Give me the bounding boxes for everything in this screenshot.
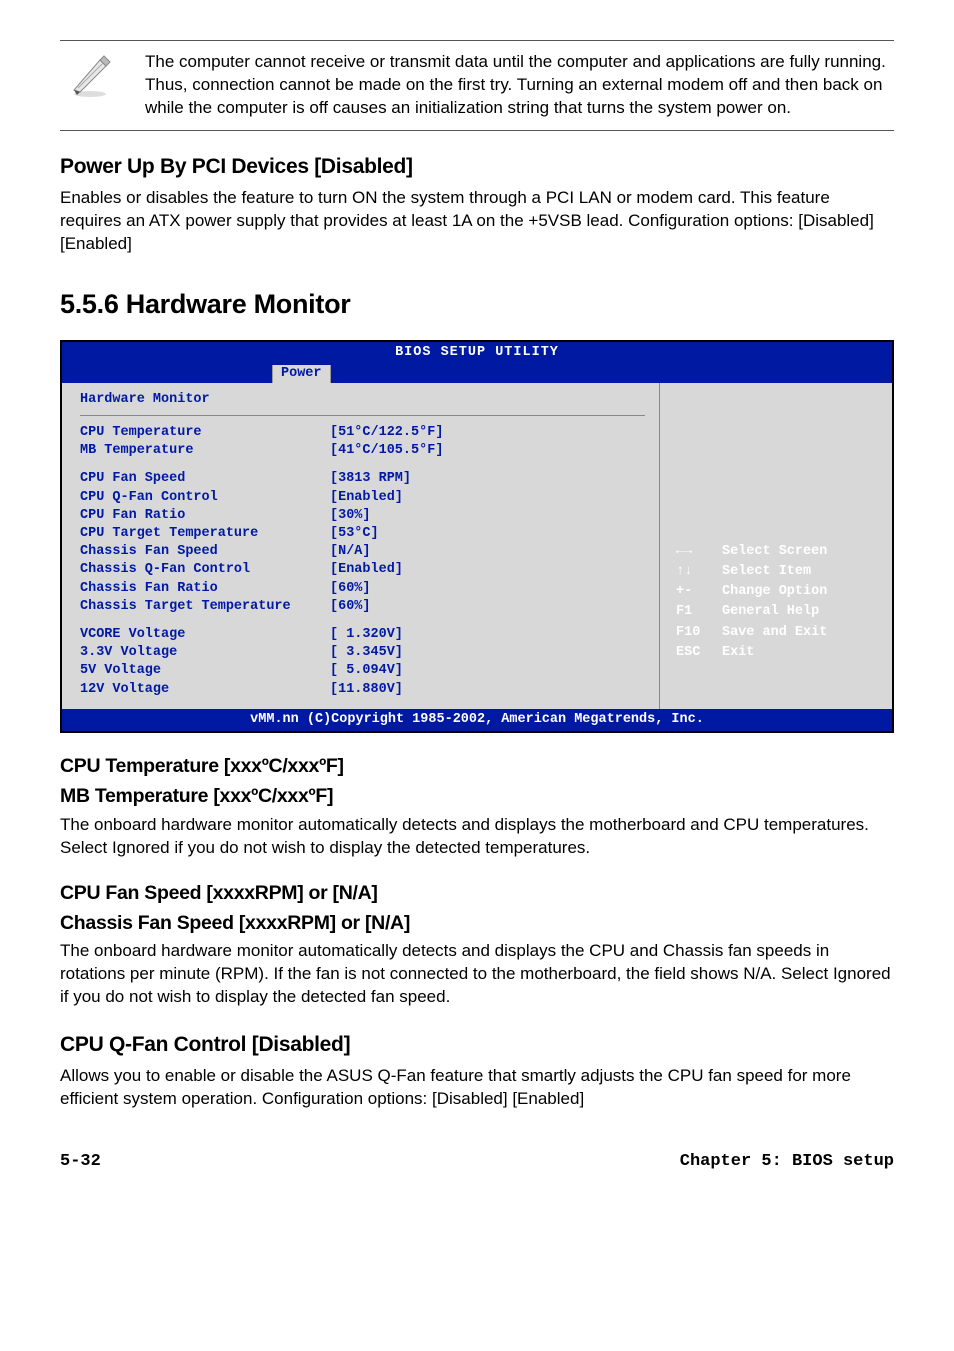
bios-setting-row[interactable]: 5V Voltage[ 5.094V] xyxy=(80,662,645,680)
bios-right-pane: ←→Select Screen ↑↓Select Item +-Change O… xyxy=(660,383,892,709)
bios-setting-row[interactable]: CPU Temperature [51°C/122.5°F] xyxy=(80,424,645,442)
bios-setting-row[interactable]: Chassis Fan Ratio[60%] xyxy=(80,580,645,598)
bios-setting-label: Chassis Q-Fan Control xyxy=(80,561,330,579)
bios-panel-heading: Hardware Monitor xyxy=(80,391,645,416)
bios-setting-row[interactable]: MB Temperature [41°C/105.5°F] xyxy=(80,442,645,460)
bios-setting-row[interactable]: CPU Fan Speed[3813 RPM] xyxy=(80,470,645,488)
bios-setting-row[interactable]: VCORE Voltage[ 1.320V] xyxy=(80,626,645,644)
heading-mb-temp: MB Temperature [xxxºC/xxxºF] xyxy=(60,783,894,809)
bios-setting-label: Chassis Target Temperature xyxy=(80,598,330,616)
bios-setting-label: Chassis Fan Speed xyxy=(80,543,330,561)
heading-qfan: CPU Q-Fan Control [Disabled] xyxy=(60,1031,894,1059)
body-powerup: Enables or disables the feature to turn … xyxy=(60,187,894,256)
bios-setting-label: CPU Temperature xyxy=(80,424,330,442)
bios-setting-value: [53°C] xyxy=(330,525,379,543)
bios-setting-row[interactable]: CPU Fan Ratio[30%] xyxy=(80,507,645,525)
bios-setting-value: [Enabled] xyxy=(330,489,403,507)
bios-setting-label: CPU Fan Ratio xyxy=(80,507,330,525)
note-separator-bottom xyxy=(60,130,894,131)
bios-setting-value: [N/A] xyxy=(330,543,371,561)
note-separator-top xyxy=(60,40,894,41)
hint-text: Select Item xyxy=(720,563,829,581)
bios-setting-value: [3813 RPM] xyxy=(330,470,411,488)
note-block: The computer cannot receive or transmit … xyxy=(60,47,894,124)
page-number: 5-32 xyxy=(60,1151,101,1174)
hint-text: Change Option xyxy=(720,583,829,601)
section-heading-556: 5.5.6 Hardware Monitor xyxy=(60,286,894,322)
chapter-label: Chapter 5: BIOS setup xyxy=(680,1151,894,1174)
bios-setting-value: [60%] xyxy=(330,580,371,598)
hint-text: General Help xyxy=(720,603,829,621)
hint-text: Save and Exit xyxy=(720,624,829,642)
bios-footer: vMM.nn (C)Copyright 1985-2002, American … xyxy=(62,709,892,731)
bios-setting-row[interactable]: Chassis Target Temperature[60%] xyxy=(80,598,645,616)
bios-title: BIOS SETUP UTILITY xyxy=(62,342,892,364)
bios-setting-row[interactable]: 3.3V Voltage[ 3.345V] xyxy=(80,644,645,662)
note-text: The computer cannot receive or transmit … xyxy=(145,51,894,120)
bios-setting-label: 5V Voltage xyxy=(80,662,330,680)
bios-setting-row[interactable]: Chassis Fan Speed[N/A] xyxy=(80,543,645,561)
bios-setting-value: [51°C/122.5°F] xyxy=(330,424,443,442)
bios-setting-label: MB Temperature xyxy=(80,442,330,460)
hint-key: F10 xyxy=(674,624,718,642)
heading-cpu-fan-speed: CPU Fan Speed [xxxxRPM] or [N/A] xyxy=(60,880,894,906)
bios-setting-value: [ 5.094V] xyxy=(330,662,403,680)
bios-setting-label: CPU Target Temperature xyxy=(80,525,330,543)
bios-setting-value: [30%] xyxy=(330,507,371,525)
bios-tab-row: Power xyxy=(62,365,892,383)
bios-setting-row[interactable]: 12V Voltage[11.880V] xyxy=(80,681,645,699)
bios-setting-value: [ 1.320V] xyxy=(330,626,403,644)
heading-chassis-fan-speed: Chassis Fan Speed [xxxxRPM] or [N/A] xyxy=(60,910,894,936)
bios-setting-label: VCORE Voltage xyxy=(80,626,330,644)
bios-setting-row[interactable]: CPU Q-Fan Control[Enabled] xyxy=(80,489,645,507)
hint-text: Select Screen xyxy=(720,543,829,561)
hint-key: ←→ xyxy=(674,543,718,561)
bios-tab-power[interactable]: Power xyxy=(272,365,331,383)
body-temp: The onboard hardware monitor automatical… xyxy=(60,814,894,860)
bios-left-pane: Hardware Monitor CPU Temperature [51°C/1… xyxy=(62,383,660,709)
page-footer: 5-32 Chapter 5: BIOS setup xyxy=(60,1151,894,1174)
bios-setting-row[interactable]: CPU Target Temperature[53°C] xyxy=(80,525,645,543)
bios-setting-value: [11.880V] xyxy=(330,681,403,699)
hint-key: +- xyxy=(674,583,718,601)
bios-setting-value: [ 3.345V] xyxy=(330,644,403,662)
bios-setting-label: Chassis Fan Ratio xyxy=(80,580,330,598)
hint-key: ESC xyxy=(674,644,718,662)
bios-setting-label: CPU Fan Speed xyxy=(80,470,330,488)
bios-setting-value: [41°C/105.5°F] xyxy=(330,442,443,460)
pencil-icon xyxy=(60,51,120,101)
bios-setting-label: CPU Q-Fan Control xyxy=(80,489,330,507)
bios-setting-value: [60%] xyxy=(330,598,371,616)
body-fan: The onboard hardware monitor automatical… xyxy=(60,940,894,1009)
hint-key: F1 xyxy=(674,603,718,621)
hint-key: ↑↓ xyxy=(674,563,718,581)
bios-setting-label: 3.3V Voltage xyxy=(80,644,330,662)
bios-key-hints: ←→Select Screen ↑↓Select Item +-Change O… xyxy=(672,541,831,664)
heading-powerup: Power Up By PCI Devices [Disabled] xyxy=(60,153,894,181)
bios-setting-label: 12V Voltage xyxy=(80,681,330,699)
body-qfan: Allows you to enable or disable the ASUS… xyxy=(60,1065,894,1111)
bios-setting-row[interactable]: Chassis Q-Fan Control[Enabled] xyxy=(80,561,645,579)
bios-setting-value: [Enabled] xyxy=(330,561,403,579)
hint-text: Exit xyxy=(720,644,829,662)
bios-panel: BIOS SETUP UTILITY Power Hardware Monito… xyxy=(60,340,894,733)
heading-cpu-temp: CPU Temperature [xxxºC/xxxºF] xyxy=(60,753,894,779)
